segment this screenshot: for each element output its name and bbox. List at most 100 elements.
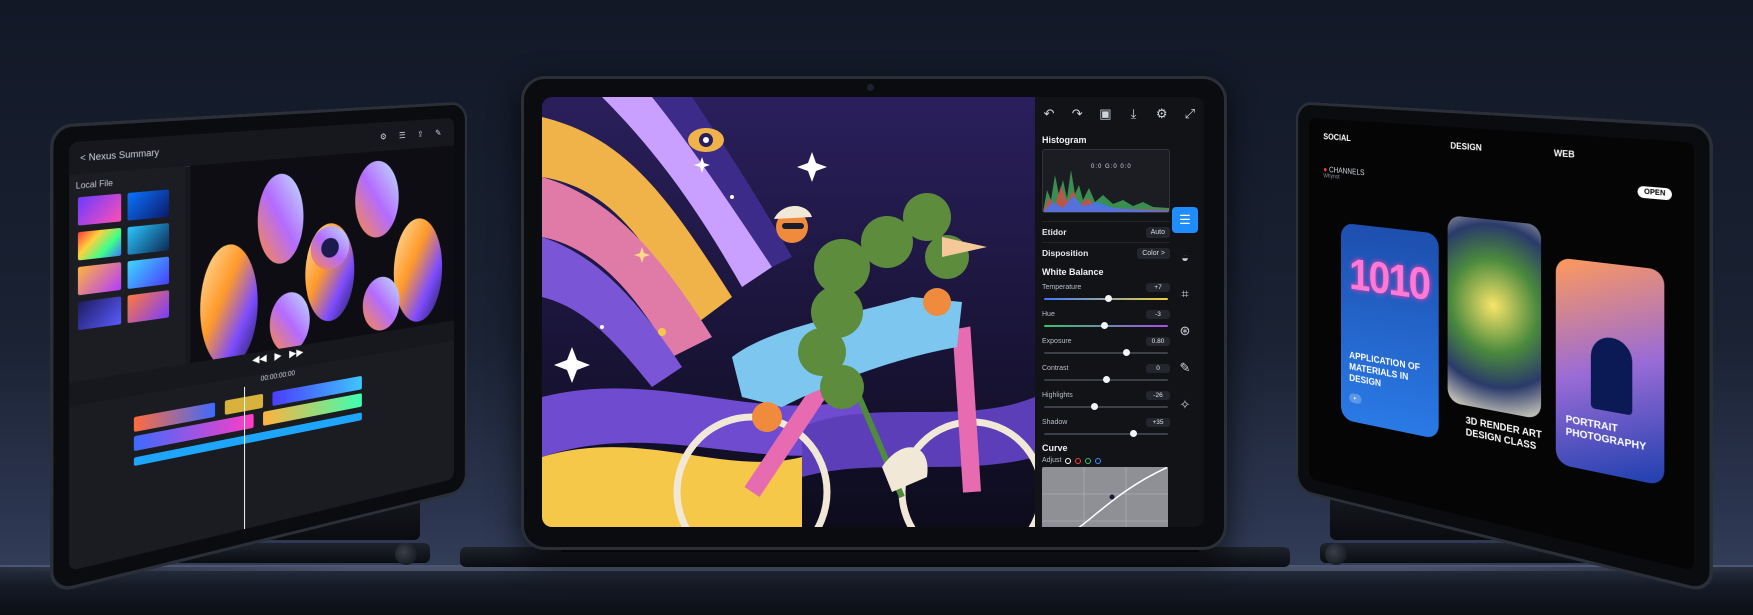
camera — [867, 84, 874, 91]
slider-label: Contrast — [1042, 364, 1069, 372]
nav-web[interactable]: WEB — [1554, 148, 1575, 160]
card-3d-render[interactable] — [1447, 215, 1542, 420]
open-button[interactable]: OPEN — [1637, 185, 1672, 201]
curve-channels: Adjust — [1042, 457, 1170, 464]
card-title: PORTRAIT PHOTOGRAPHY — [1565, 413, 1647, 454]
slider-track[interactable] — [1044, 295, 1168, 302]
editor-row[interactable]: Etidor Auto — [1042, 221, 1170, 242]
editor-header-icons[interactable]: ⚙ ☰ ⇪ ✎ — [380, 127, 446, 142]
slider-track[interactable] — [1044, 403, 1168, 410]
slider-knob[interactable] — [1100, 322, 1108, 329]
slider-value[interactable]: -26 — [1146, 390, 1170, 400]
sliders-icon[interactable]: ☰ — [1172, 207, 1198, 233]
channels-section: ● CHANNELS Whynot — [1323, 165, 1364, 183]
nav-design[interactable]: DESIGN — [1450, 141, 1481, 153]
media-thumb[interactable] — [77, 227, 122, 261]
slider-label: Temperature — [1042, 283, 1082, 291]
illustration-canvas[interactable] — [542, 97, 1035, 527]
slider-highlights: Highlights -26 — [1042, 389, 1170, 410]
slider-label: Hue — [1042, 310, 1055, 318]
redo-icon[interactable]: ↷ — [1067, 106, 1087, 122]
media-thumb[interactable] — [127, 222, 170, 255]
tool-sidebar: ☰ ◒ ⌗ ⊛ ✎ ✧ — [1172, 207, 1200, 429]
card-materials[interactable]: 1010 APPLICATION OF MATERIALS IN DESIGN … — [1341, 222, 1439, 440]
slider-temperature: Temperature +7 — [1042, 281, 1170, 302]
channel-dot-icon: ● — [1323, 165, 1328, 174]
slider-value[interactable]: +35 — [1146, 417, 1170, 427]
portrait-silhouette — [1590, 334, 1633, 416]
slider-value[interactable]: -3 — [1146, 309, 1170, 319]
editor-toolbar: ↶ ↷ ▣ ⤓ ⚙ ⤢ — [1035, 97, 1204, 131]
histogram-readout: 0:0 G:0 0:0 — [1091, 164, 1132, 170]
card-art-text: 1010 — [1349, 249, 1430, 310]
slider-track[interactable] — [1044, 322, 1168, 329]
media-library: Local File — [69, 166, 186, 383]
card-portrait[interactable]: PORTRAIT PHOTOGRAPHY — [1555, 257, 1665, 487]
cyclist-illustration — [542, 97, 1035, 527]
media-thumb[interactable] — [127, 256, 170, 290]
crop-icon[interactable]: ⌗ — [1172, 281, 1198, 307]
white-balance-title: White Balance — [1042, 267, 1104, 277]
expand-icon[interactable]: ⤢ — [1180, 106, 1200, 122]
color-circles-icon[interactable]: ⊛ — [1172, 318, 1198, 344]
media-thumb[interactable] — [77, 296, 122, 331]
curve-adjust-label: Adjust — [1042, 457, 1062, 464]
video-editor-screen: < Nexus Summary ⚙ ☰ ⇪ ✎ Local File ◀◀ ▶ … — [69, 117, 454, 572]
slider-contrast: Contrast 0 — [1042, 362, 1170, 383]
right-hinge — [1325, 543, 1347, 565]
disposition-value[interactable]: Color > — [1137, 247, 1170, 259]
properties: Histogram 0:0 G:0 0:0 Etidor Auto Dispos… — [1042, 135, 1170, 527]
download-icon[interactable]: ⤓ — [1124, 106, 1144, 122]
folder-icon[interactable]: ▣ — [1095, 106, 1115, 122]
slider-value[interactable]: +7 — [1146, 282, 1170, 292]
nav-social[interactable]: SOCIAL — [1323, 132, 1350, 143]
slider-label: Highlights — [1042, 391, 1073, 399]
settings-icon[interactable]: ⚙ — [1152, 106, 1172, 122]
disposition-row[interactable]: Disposition Color > — [1042, 242, 1170, 263]
undo-icon[interactable]: ↶ — [1039, 106, 1059, 122]
slider-knob[interactable] — [1105, 295, 1113, 302]
histogram-graph — [1043, 170, 1169, 212]
card-title: 3D RENDER ART DESIGN CLASS — [1465, 415, 1542, 453]
editor-value[interactable]: Auto — [1145, 226, 1170, 238]
channel-blue-dot[interactable] — [1095, 457, 1102, 464]
slider-shadow: Shadow +35 — [1042, 416, 1170, 437]
left-hinge — [395, 543, 417, 565]
slider-hue: Hue -3 — [1042, 308, 1170, 329]
slider-knob[interactable] — [1103, 376, 1110, 383]
curve-editor[interactable] — [1042, 467, 1168, 527]
slider-knob[interactable] — [1130, 430, 1138, 437]
playhead[interactable] — [244, 386, 246, 530]
social-app-screen: SOCIAL DESIGN WEB ● CHANNELS Whynot OPEN… — [1309, 117, 1694, 572]
slider-value[interactable]: 0.80 — [1146, 336, 1170, 346]
slider-list: Temperature +7 Hue -3 Exposure 0.80 Contras… — [1042, 281, 1170, 437]
editor-label: Etidor — [1042, 227, 1067, 237]
channel-green-dot[interactable] — [1085, 457, 1092, 464]
slider-knob[interactable] — [1090, 403, 1098, 410]
adjustment-panel: ↶ ↷ ▣ ⤓ ⚙ ⤢ Histogram 0:0 G:0 0:0 Etidor… — [1035, 97, 1204, 527]
brush-icon[interactable]: ✎ — [1172, 355, 1198, 381]
tone-icon[interactable]: ◒ — [1172, 244, 1198, 270]
slider-label: Shadow — [1042, 418, 1068, 426]
media-thumb[interactable] — [77, 262, 122, 296]
slider-track[interactable] — [1044, 376, 1168, 383]
photo-editor-screen: ↶ ↷ ▣ ⤓ ⚙ ⤢ Histogram 0:0 G:0 0:0 Etidor… — [542, 97, 1204, 527]
card-title: APPLICATION OF MATERIALS IN DESIGN — [1349, 350, 1420, 390]
curve-title: Curve — [1042, 443, 1068, 453]
slider-knob[interactable] — [1122, 349, 1130, 356]
slider-value[interactable]: 0 — [1146, 363, 1170, 373]
slider-track[interactable] — [1044, 430, 1168, 437]
media-thumb[interactable] — [127, 290, 170, 324]
floor-reflection — [0, 567, 1753, 571]
media-thumb[interactable] — [127, 189, 170, 221]
channel-red-dot[interactable] — [1075, 457, 1082, 464]
curve-graph — [1042, 467, 1168, 527]
editor-header-title[interactable]: < Nexus Summary — [80, 147, 159, 163]
card-action-button[interactable]: ▸ — [1349, 392, 1362, 405]
slider-track[interactable] — [1044, 349, 1168, 356]
sparkle-icon[interactable]: ✧ — [1172, 392, 1198, 418]
channel-rgb-dot[interactable] — [1065, 457, 1072, 464]
media-thumb[interactable] — [77, 193, 122, 226]
slider-label: Exposure — [1042, 337, 1072, 345]
histogram-title: Histogram — [1042, 135, 1087, 145]
